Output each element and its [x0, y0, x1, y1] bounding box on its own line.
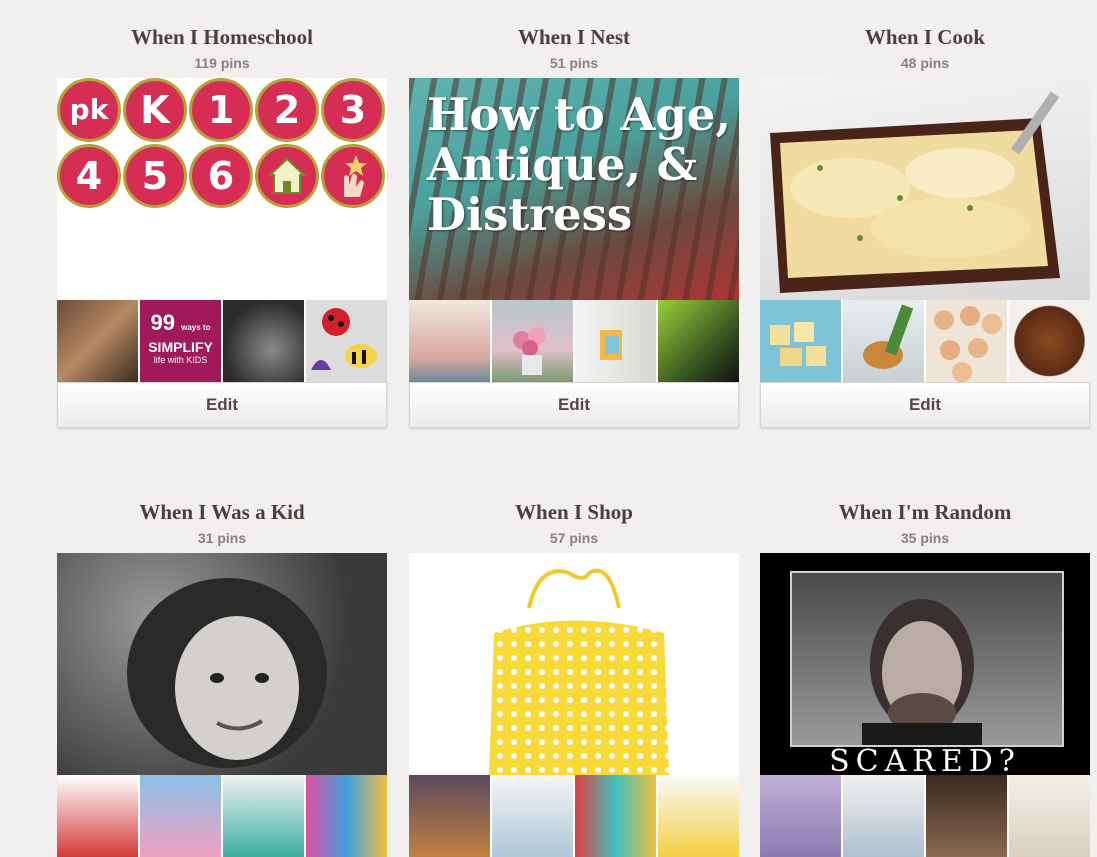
simplify-ways: ways to — [181, 323, 211, 332]
thumbnail[interactable] — [57, 775, 138, 857]
thumbnail[interactable] — [575, 300, 656, 382]
cover-text: How to Age, Antique, & Distress — [427, 88, 732, 241]
thumbnail[interactable] — [760, 775, 841, 857]
board-homeschool[interactable]: When I Homeschool 119 pins pk K 1 2 3 4 … — [57, 24, 387, 428]
board-thumbnails — [760, 300, 1090, 382]
board-title[interactable]: When I Shop — [409, 499, 739, 525]
board-random[interactable]: When I'm Random 35 pins SCARED? — [760, 499, 1090, 857]
board-title[interactable]: When I Homeschool — [57, 24, 387, 50]
board-cover-image[interactable]: How to Age, Antique, & Distress — [409, 78, 739, 300]
badge-1: 1 — [189, 78, 253, 142]
thumbnail[interactable] — [843, 300, 924, 382]
poster-frame — [790, 571, 1064, 747]
board-nest[interactable]: When I Nest 51 pins How to Age, Antique,… — [409, 24, 739, 428]
board-thumbnails — [57, 775, 387, 857]
badge-k: K — [123, 78, 187, 142]
board-cook[interactable]: When I Cook 48 pins Edit — [760, 24, 1090, 428]
board-cover-image[interactable] — [57, 553, 387, 775]
thumbnail[interactable] — [223, 775, 304, 857]
thumbnail[interactable] — [658, 300, 739, 382]
simplify-word: SIMPLIFY — [148, 339, 213, 355]
house-icon — [255, 144, 319, 208]
thumbnail[interactable] — [658, 775, 739, 857]
poster-caption: SCARED? — [829, 744, 1021, 775]
thumbnail[interactable] — [926, 775, 1007, 857]
badge-6: 6 — [189, 144, 253, 208]
board-thumbnails — [409, 300, 739, 382]
thumbnail[interactable] — [223, 300, 304, 382]
thumbnail[interactable] — [1009, 775, 1090, 857]
badge-4: 4 — [57, 144, 121, 208]
board-title[interactable]: When I Nest — [409, 24, 739, 50]
thumbnail[interactable] — [409, 300, 490, 382]
badge-2: 2 — [255, 78, 319, 142]
hand-star-icon — [321, 144, 385, 208]
thumbnail[interactable] — [140, 775, 221, 857]
simplify-tail: life with KIDS — [153, 355, 208, 365]
board-shop[interactable]: When I Shop 57 pins — [409, 499, 739, 857]
edit-board-button[interactable]: Edit — [409, 382, 739, 428]
thumbnail[interactable] — [492, 775, 573, 857]
board-cover-image[interactable]: SCARED? — [760, 553, 1090, 775]
thumbnail[interactable] — [760, 300, 841, 382]
thumbnail[interactable] — [306, 775, 387, 857]
thumbnail[interactable] — [1009, 300, 1090, 382]
edit-board-button[interactable]: Edit — [57, 382, 387, 428]
thumbnail[interactable] — [57, 300, 138, 382]
board-thumbnails — [409, 775, 739, 857]
board-cover-image[interactable]: pk K 1 2 3 4 5 6 — [57, 78, 387, 300]
board-title[interactable]: When I'm Random — [760, 499, 1090, 525]
board-thumbnails — [760, 775, 1090, 857]
badge-3: 3 — [321, 78, 385, 142]
thumbnail[interactable] — [926, 300, 1007, 382]
thumbnail[interactable] — [843, 775, 924, 857]
pin-count: 35 pins — [900, 530, 950, 546]
thumbnail[interactable] — [492, 300, 573, 382]
pin-count: 57 pins — [549, 530, 599, 546]
board-cover-image[interactable] — [409, 553, 739, 775]
edit-board-button[interactable]: Edit — [760, 382, 1090, 428]
grade-badges: pk K 1 2 3 4 5 6 — [57, 78, 387, 208]
board-cover-image[interactable] — [760, 78, 1090, 300]
thumbnail-simplify[interactable]: 99 ways to SIMPLIFY life with KIDS — [140, 300, 221, 382]
pin-count: 48 pins — [900, 55, 950, 71]
board-title[interactable]: When I Was a Kid — [57, 499, 387, 525]
board-kid[interactable]: When I Was a Kid 31 pins — [57, 499, 387, 857]
board-thumbnails: 99 ways to SIMPLIFY life with KIDS — [57, 300, 387, 382]
badge-5: 5 — [123, 144, 187, 208]
simplify-number: 99 — [150, 310, 175, 335]
pin-count: 119 pins — [194, 55, 250, 71]
pin-count: 51 pins — [549, 55, 599, 71]
pin-count: 31 pins — [197, 530, 247, 546]
board-title[interactable]: When I Cook — [760, 24, 1090, 50]
thumbnail[interactable] — [306, 300, 387, 382]
badge-pk: pk — [57, 78, 121, 142]
thumbnail[interactable] — [409, 775, 490, 857]
thumbnail[interactable] — [575, 775, 656, 857]
